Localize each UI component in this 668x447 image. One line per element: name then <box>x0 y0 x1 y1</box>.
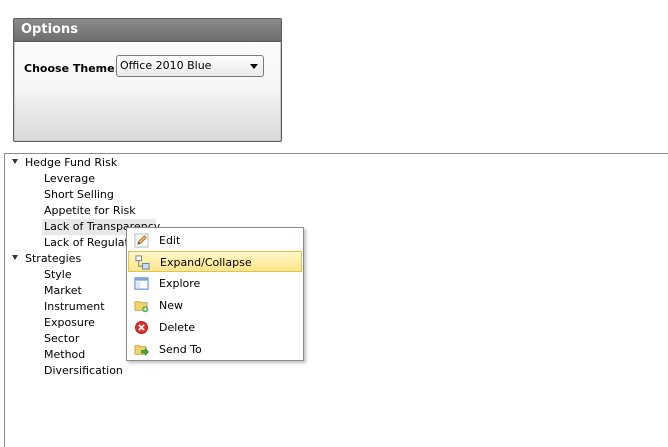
explore-icon <box>134 277 149 290</box>
chevron-down-icon[interactable] <box>250 64 258 69</box>
tree-view[interactable]: Hedge Fund Risk Leverage Short Selling A… <box>4 153 668 447</box>
theme-select-value: Office 2010 Blue <box>120 59 212 72</box>
tree-node-market[interactable]: Market <box>44 283 82 299</box>
menu-item-label: Explore <box>159 277 201 290</box>
pencil-icon <box>134 233 149 248</box>
tree-node-style[interactable]: Style <box>44 267 72 283</box>
tree-node-leverage[interactable]: Leverage <box>44 171 95 187</box>
collapse-arrow-icon[interactable] <box>12 255 18 260</box>
choose-theme-label: Choose Theme: <box>24 62 119 75</box>
tree-node-exposure[interactable]: Exposure <box>44 315 95 331</box>
menu-item-edit[interactable]: Edit <box>128 230 302 251</box>
menu-item-label: Delete <box>159 321 196 334</box>
tree-node-hedge-fund-risk[interactable]: Hedge Fund Risk <box>25 155 117 171</box>
delete-icon <box>135 321 148 334</box>
send-to-icon <box>134 345 149 356</box>
menu-item-delete[interactable]: Delete <box>128 317 302 338</box>
tree-node-strategies[interactable]: Strategies <box>25 251 81 267</box>
tree-node-diversification[interactable]: Diversification <box>44 363 123 379</box>
new-folder-icon <box>134 301 149 313</box>
tree-node-instrument[interactable]: Instrument <box>44 299 105 315</box>
menu-item-label: Send To <box>159 343 202 356</box>
menu-item-label: Expand/Collapse <box>160 256 252 269</box>
theme-select[interactable]: Office 2010 Blue <box>116 55 264 77</box>
menu-item-new[interactable]: New <box>128 295 302 316</box>
options-title: Options <box>14 19 281 42</box>
tree-node-short-selling[interactable]: Short Selling <box>44 187 114 203</box>
tree-node-appetite-for-risk[interactable]: Appetite for Risk <box>44 203 136 219</box>
menu-item-label: New <box>159 299 183 312</box>
menu-item-explore[interactable]: Explore <box>128 273 302 294</box>
menu-item-expand-collapse[interactable]: Expand/Collapse <box>128 251 302 272</box>
tree-node-method[interactable]: Method <box>44 347 85 363</box>
menu-item-send-to[interactable]: Send To <box>128 339 302 360</box>
expand-collapse-icon <box>135 255 150 270</box>
options-panel: Options Choose Theme: Office 2010 Blue <box>13 18 282 142</box>
collapse-arrow-icon[interactable] <box>12 159 18 164</box>
tree-node-sector[interactable]: Sector <box>44 331 79 347</box>
context-menu: Edit Expand/Collapse Explore New Delete <box>126 227 304 361</box>
menu-item-label: Edit <box>159 234 181 247</box>
